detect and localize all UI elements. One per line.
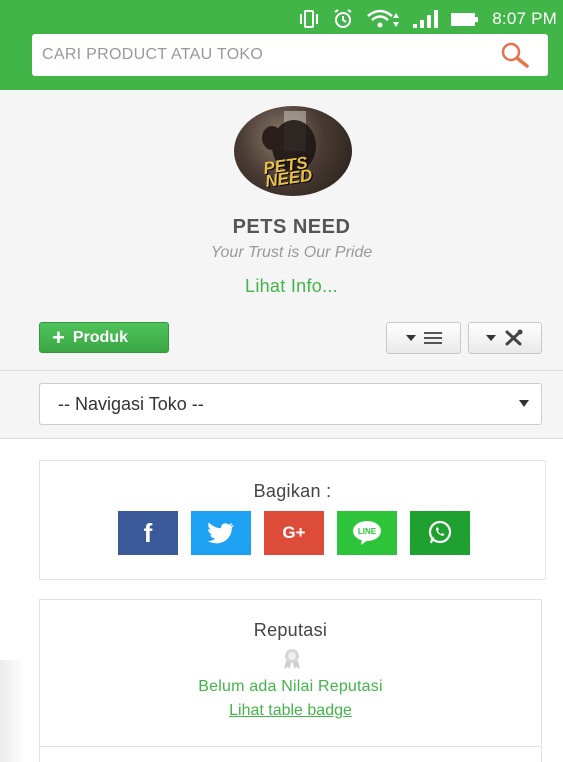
top-app-bar: 8:07 PM xyxy=(0,0,563,90)
nav-select-value: -- Navigasi Toko -- xyxy=(58,393,204,414)
share-buttons: f G+ LINE xyxy=(118,511,470,555)
caret-down-icon xyxy=(405,335,416,341)
add-product-button[interactable]: + Produk xyxy=(39,322,169,353)
search-input[interactable] xyxy=(32,34,502,76)
shop-slogan: Your Trust is Our Pride xyxy=(210,244,373,261)
badge-table-link[interactable]: Lihat table badge xyxy=(40,702,541,720)
status-bar: 8:07 PM xyxy=(0,0,563,36)
share-facebook-button[interactable]: f xyxy=(118,511,178,555)
search-icon[interactable] xyxy=(500,41,530,69)
tools-dropdown-button[interactable] xyxy=(468,322,542,354)
divider xyxy=(0,370,563,371)
status-time: 8:07 PM xyxy=(492,9,557,28)
share-whatsapp-button[interactable] xyxy=(410,511,470,555)
wifi-icon xyxy=(367,9,400,28)
twitter-icon xyxy=(207,522,234,544)
share-line-button[interactable]: LINE xyxy=(337,511,397,555)
google-plus-icon: G+ xyxy=(282,523,306,542)
plus-icon: + xyxy=(52,324,65,350)
add-product-label: Produk xyxy=(72,328,128,346)
tools-icon xyxy=(505,329,523,346)
shop-avatar: PETS NEED xyxy=(234,106,352,196)
search-bar xyxy=(32,34,548,76)
share-twitter-button[interactable] xyxy=(191,511,251,555)
shop-navigation-select[interactable]: -- Navigasi Toko -- xyxy=(39,383,542,425)
caret-down-icon xyxy=(486,335,496,341)
hamburger-icon xyxy=(423,332,442,344)
whatsapp-icon xyxy=(428,520,452,544)
menu-dropdown-button[interactable] xyxy=(386,322,461,354)
share-card: Bagikan : f G+ LINE xyxy=(39,460,546,580)
reputation-empty-text: Belum ada Nilai Reputasi xyxy=(198,678,383,695)
reputation-badge-icon xyxy=(284,649,300,669)
share-google-plus-button[interactable]: G+ xyxy=(264,511,324,555)
battery-icon xyxy=(451,13,479,26)
dropdown-arrow-icon xyxy=(519,400,529,407)
shop-profile: PETS NEED PETS NEED Your Trust is Our Pr… xyxy=(0,90,563,370)
divider xyxy=(40,746,541,747)
edge-shadow xyxy=(0,660,26,762)
line-icon-label: LINE xyxy=(358,527,377,536)
share-title: Bagikan : xyxy=(253,481,332,501)
signal-icon xyxy=(413,10,439,28)
shop-name: PETS NEED xyxy=(232,216,351,238)
vibrate-icon xyxy=(300,10,319,28)
line-icon: LINE xyxy=(353,521,381,545)
reputation-title: Reputasi xyxy=(253,620,328,640)
shop-info-link[interactable]: Lihat Info... xyxy=(0,276,563,297)
shop-content: Bagikan : f G+ LINE Reputasi Belum ada N… xyxy=(0,439,563,762)
alarm-icon xyxy=(334,9,352,28)
facebook-icon: f xyxy=(143,517,153,548)
reputation-card: Reputasi Belum ada Nilai Reputasi Lihat … xyxy=(39,599,542,762)
